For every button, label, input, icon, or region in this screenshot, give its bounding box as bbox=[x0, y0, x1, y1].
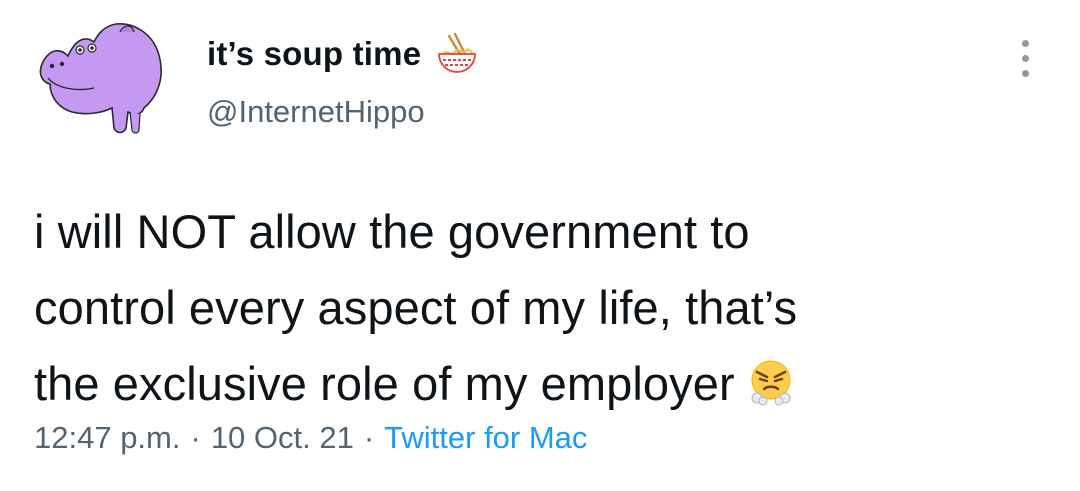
tweet-date[interactable]: 10 Oct. 21 bbox=[211, 420, 354, 456]
meta-separator: · bbox=[363, 420, 375, 455]
tweet-text-line-3-text: the exclusive role of my employer bbox=[34, 357, 735, 410]
tweet-text-line-2: control every aspect of my life, that’s bbox=[34, 281, 798, 334]
more-dot-icon bbox=[1021, 69, 1029, 77]
more-options-button[interactable] bbox=[1010, 28, 1040, 88]
tweet-text-line-3: the exclusive role of my employer bbox=[34, 346, 1044, 422]
tweet-source-link[interactable]: Twitter for Mac bbox=[384, 420, 587, 456]
hippo-avatar-icon bbox=[39, 23, 162, 134]
display-name[interactable]: it’s soup time bbox=[207, 35, 421, 73]
angry-huffing-face-icon bbox=[747, 352, 795, 406]
tweet-meta: 12:47 p.m. · 10 Oct. 21 · Twitter for Ma… bbox=[34, 420, 587, 456]
ramen-bowl-icon bbox=[435, 32, 479, 76]
avatar[interactable] bbox=[28, 16, 188, 146]
user-handle[interactable]: @InternetHippo bbox=[207, 94, 425, 130]
more-dot-icon bbox=[1021, 54, 1029, 62]
tweet-time[interactable]: 12:47 p.m. bbox=[34, 420, 180, 456]
more-dot-icon bbox=[1021, 39, 1029, 47]
tweet-text: i will NOT allow the government to contr… bbox=[34, 194, 1044, 422]
meta-separator: · bbox=[190, 420, 201, 455]
display-name-row[interactable]: it’s soup time bbox=[207, 28, 479, 80]
tweet-card: it’s soup time @InternetHippo i will NOT… bbox=[0, 0, 1080, 491]
tweet-text-line-1: i will NOT allow the government to bbox=[34, 205, 750, 258]
